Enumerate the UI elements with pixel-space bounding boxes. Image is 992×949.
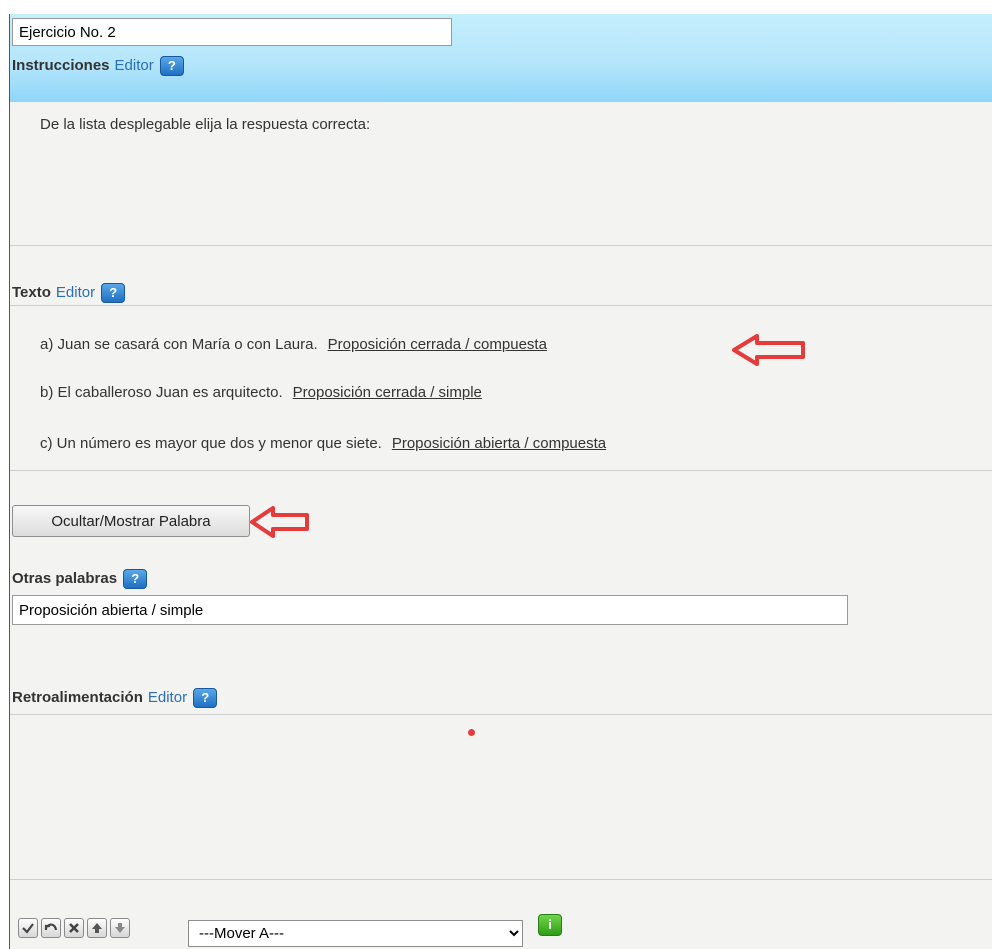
- divider: [10, 879, 992, 880]
- check-icon[interactable]: [18, 918, 38, 938]
- info-icon[interactable]: i: [538, 914, 562, 936]
- sentence-a: a) Juan se casará con María o con Laura.…: [40, 336, 547, 353]
- texto-heading: Texto Editor ?: [12, 283, 126, 303]
- sentence-c-text: c) Un número es mayor que dos y menor qu…: [40, 435, 382, 452]
- other-words-input[interactable]: [12, 595, 848, 625]
- sentence-b-answer[interactable]: Proposición cerrada / simple: [293, 384, 482, 401]
- annotation-arrow-icon: [732, 334, 805, 366]
- toolbar: [18, 918, 130, 938]
- divider: [10, 245, 992, 246]
- retroalimentacion-editor-link[interactable]: Editor: [148, 689, 187, 706]
- toggle-word-button[interactable]: Ocultar/Mostrar Palabra: [12, 505, 250, 537]
- undo-icon[interactable]: [41, 918, 61, 938]
- red-dot-marker: [468, 729, 475, 736]
- divider: [10, 714, 992, 715]
- sentence-c: c) Un número es mayor que dos y menor qu…: [40, 435, 606, 452]
- retroalimentacion-heading: Retroalimentación Editor ?: [12, 688, 218, 708]
- sentence-c-answer[interactable]: Proposición abierta / compuesta: [392, 435, 606, 452]
- divider: [10, 470, 992, 471]
- sentence-a-text: a) Juan se casará con María o con Laura.: [40, 336, 318, 353]
- move-up-icon[interactable]: [87, 918, 107, 938]
- exercise-title-input[interactable]: [12, 18, 452, 46]
- instructions-text: De la lista desplegable elija la respues…: [40, 116, 371, 133]
- sentence-b: b) El caballeroso Juan es arquitecto. Pro…: [40, 384, 482, 401]
- delete-icon[interactable]: [64, 918, 84, 938]
- otras-palabras-label: Otras palabras: [12, 569, 118, 587]
- divider: [10, 305, 992, 306]
- otras-palabras-heading: Otras palabras ?: [12, 569, 148, 589]
- sentence-b-text: b) El caballeroso Juan es arquitecto.: [40, 384, 283, 401]
- help-icon[interactable]: ?: [193, 688, 218, 708]
- help-icon[interactable]: ?: [101, 283, 126, 303]
- instructions-editor-link[interactable]: Editor: [115, 57, 154, 74]
- texto-label: Texto: [12, 283, 51, 301]
- instructions-heading: Instrucciones Editor ?: [12, 56, 184, 76]
- annotation-arrow-icon: [250, 506, 309, 538]
- help-icon[interactable]: ?: [159, 56, 184, 76]
- move-to-select[interactable]: ---Mover A---: [188, 920, 523, 947]
- texto-editor-link[interactable]: Editor: [56, 284, 95, 301]
- sentence-a-answer[interactable]: Proposición cerrada / compuesta: [328, 336, 547, 353]
- move-down-icon[interactable]: [110, 918, 130, 938]
- retroalimentacion-label: Retroalimentación: [12, 688, 143, 706]
- exercise-panel: Instrucciones Editor ? De la lista desple…: [9, 14, 992, 949]
- instructions-label: Instrucciones: [12, 56, 110, 74]
- help-icon[interactable]: ?: [123, 569, 148, 589]
